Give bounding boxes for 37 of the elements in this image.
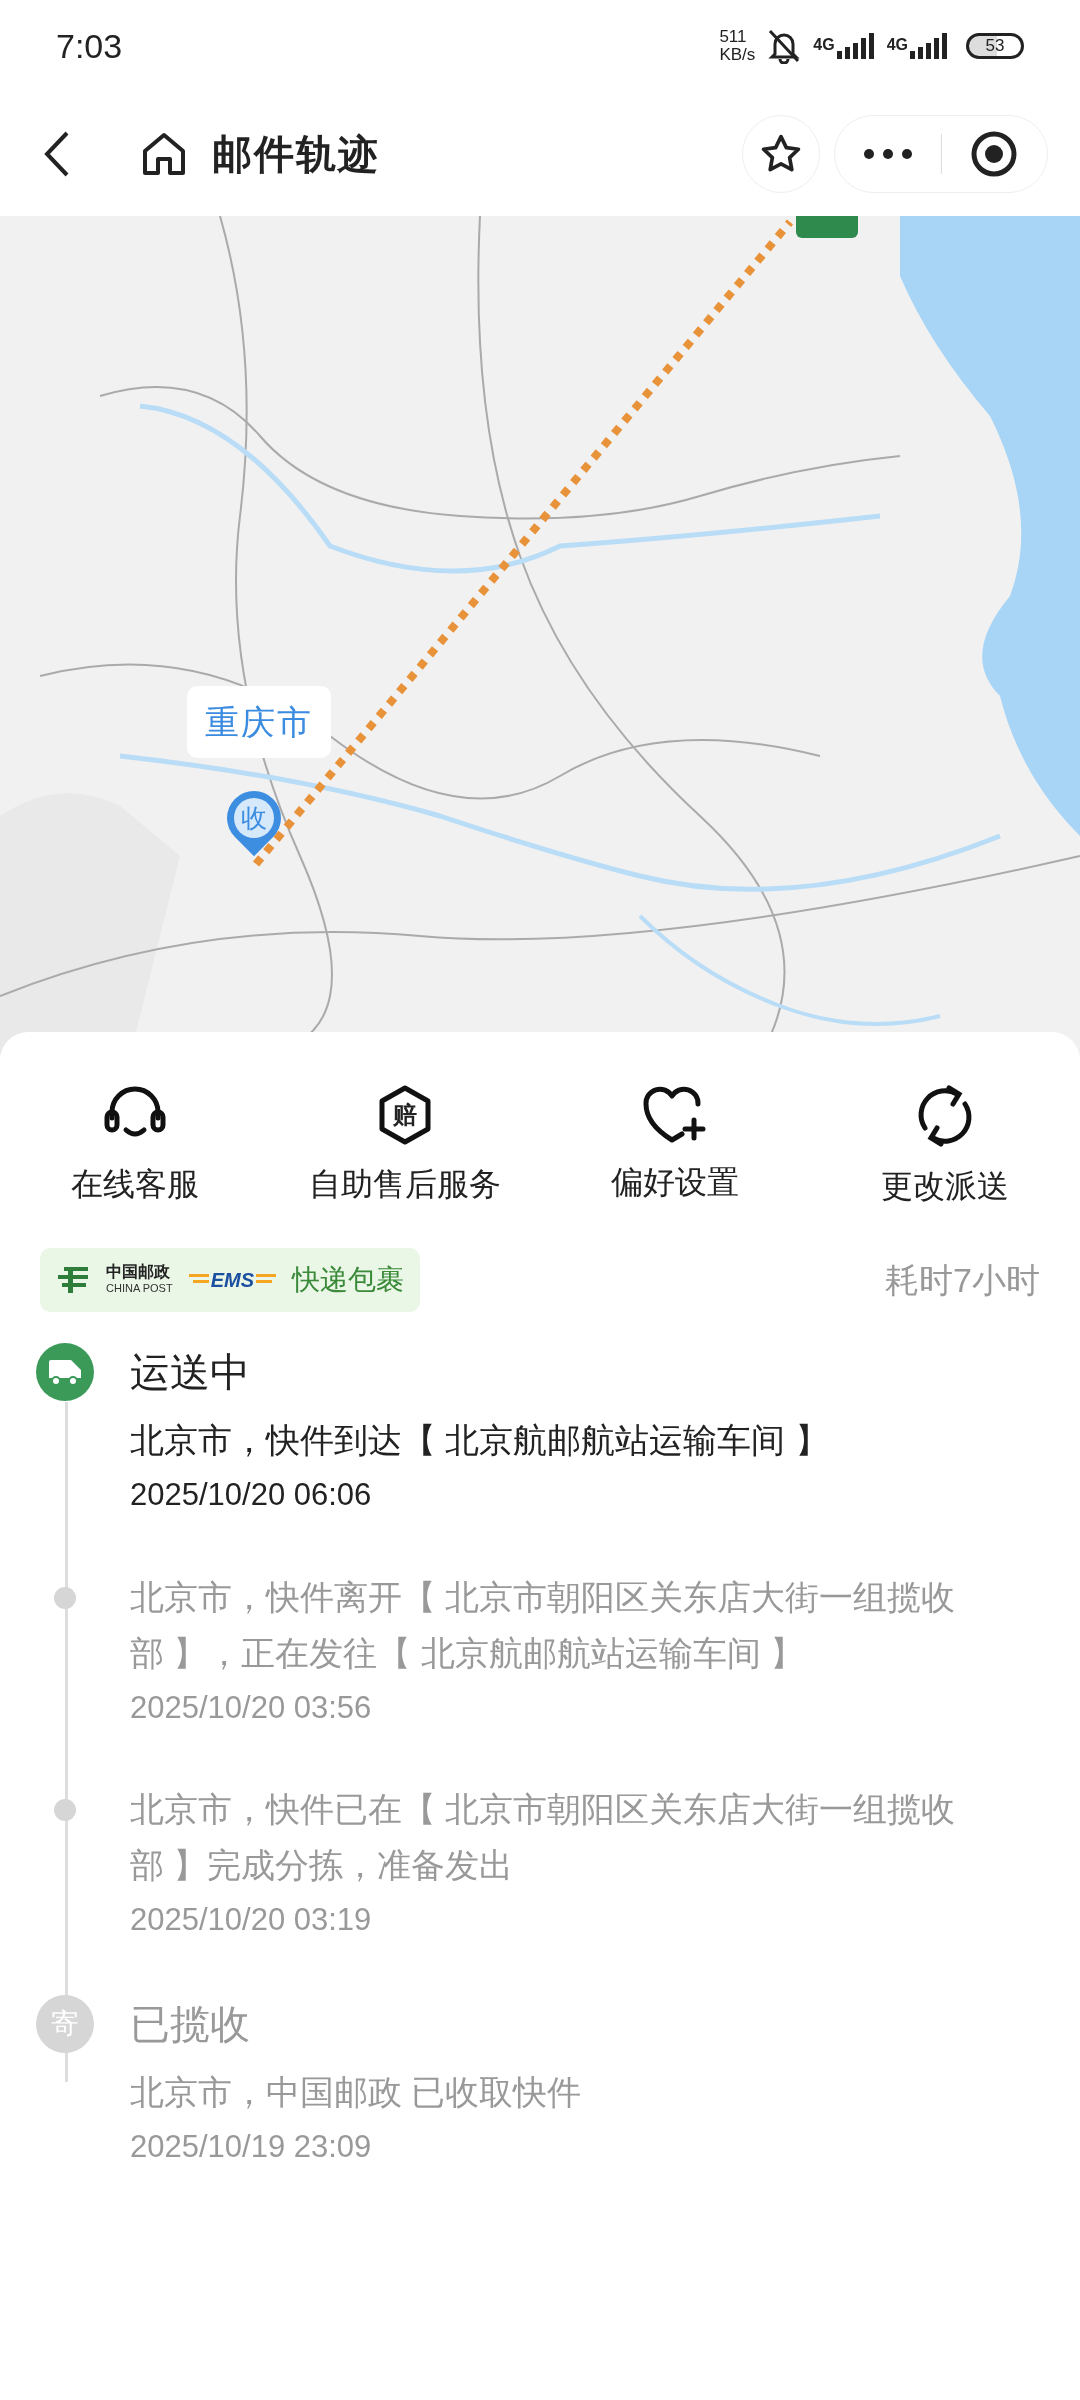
battery-indicator: 53 xyxy=(966,33,1024,59)
china-post-name: 中国邮政 xyxy=(106,1264,171,1280)
network-type-label: 4G xyxy=(886,35,908,55)
china-post-english-name: CHINA POST xyxy=(106,1281,173,1296)
page-title: 邮件轨迹 xyxy=(212,131,380,178)
event-time: 2025/10/19 23:09 xyxy=(130,2127,373,2166)
event-description: 北京市，快件离开【 北京市朝阳区关东店大街一组揽收部 】，正在发往【 北京航邮航站运输车间 】 xyxy=(130,1576,957,1674)
truck-status-icon xyxy=(36,1343,94,1401)
home-icon xyxy=(141,131,187,177)
status-time: 7:03 xyxy=(56,25,123,67)
muted-bell-icon xyxy=(767,28,802,64)
network-type-label: 4G xyxy=(813,35,835,55)
map-callout: 重庆市 xyxy=(187,686,331,758)
signal-icon xyxy=(836,33,875,59)
service-button[interactable]: 偏好设置 xyxy=(540,1084,810,1210)
event-time: 2025/10/20 03:19 xyxy=(130,1901,373,1939)
status-title: 运送中 xyxy=(130,1349,250,1396)
network-speed-unit: KB/s xyxy=(719,46,756,64)
event-time: 2025/10/20 06:06 xyxy=(130,1476,373,1514)
more-icon xyxy=(862,148,913,160)
service-button[interactable]: 更改派送 xyxy=(810,1084,1080,1210)
target-icon xyxy=(970,130,1019,178)
service-type-label: 快递包裹 xyxy=(291,1263,404,1297)
duration-label: 耗时7小时 xyxy=(885,1259,1040,1301)
signal-icon xyxy=(910,33,948,59)
event-time: 2025/10/20 03:56 xyxy=(130,1688,373,1727)
ems-logo: EMS xyxy=(210,1268,254,1293)
event-description: 北京市，快件已在【 北京市朝阳区关东店大街一组揽收部 】完成分拣，准备发出 xyxy=(130,1789,957,1886)
status-title: 已揽收 xyxy=(130,2000,250,2048)
network-speed-value: 511 xyxy=(719,28,747,46)
service-button[interactable]: 在线客服 xyxy=(0,1084,270,1210)
china-post-logo-icon xyxy=(56,1265,90,1295)
event-description: 北京市，中国邮政 已收取快件 xyxy=(130,2071,583,2113)
service-button[interactable]: 赔 自助售后服务 xyxy=(270,1084,540,1210)
home-button[interactable] xyxy=(140,130,188,178)
heart-plus-icon xyxy=(642,1084,708,1144)
event-description: 北京市，快件到达【 北京航邮航站运输车间 】 xyxy=(130,1420,830,1461)
